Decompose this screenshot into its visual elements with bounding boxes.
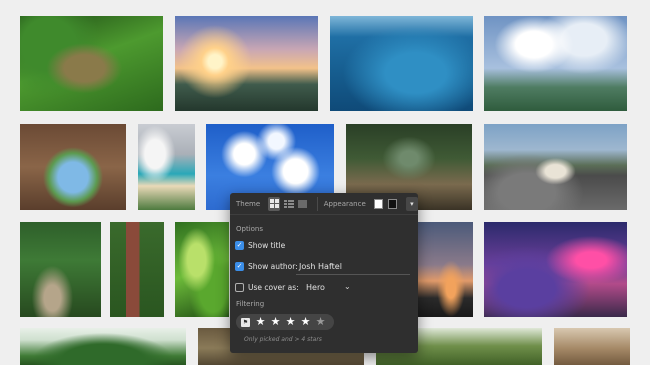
- photo-dusk-island[interactable]: [418, 222, 473, 317]
- single-layout-icon[interactable]: [297, 197, 309, 211]
- cover-select-value[interactable]: Hero: [306, 283, 325, 292]
- filter-hint: Only picked and > 4 stars: [244, 336, 322, 343]
- photo-forest-path[interactable]: [20, 222, 101, 317]
- use-cover-checkbox[interactable]: [235, 282, 244, 292]
- photo-stone-arch[interactable]: [20, 124, 126, 210]
- photo-magenta-sunset[interactable]: [484, 222, 627, 317]
- photo-stacked-stones[interactable]: [484, 124, 627, 210]
- theme-label: Theme: [236, 199, 261, 208]
- star-icon[interactable]: ★: [298, 314, 313, 330]
- show-title-checkbox[interactable]: ✓: [235, 240, 244, 250]
- star-icon[interactable]: ★: [283, 314, 298, 330]
- chevron-down-icon[interactable]: ⌄: [344, 282, 351, 291]
- filtering-section-label: Filtering: [236, 300, 265, 308]
- black-swatch-icon[interactable]: [387, 198, 397, 209]
- chevron-down-icon[interactable]: ▾: [405, 196, 418, 211]
- show-title-label: Show title: [248, 240, 286, 250]
- options-section-label: Options: [236, 225, 264, 233]
- photo-sunset-coast[interactable]: [175, 16, 318, 111]
- star-icon[interactable]: ★: [253, 314, 268, 330]
- toolbar-divider: [316, 196, 318, 211]
- rating-filter[interactable]: ⚑ ★ ★ ★ ★ ★: [236, 314, 334, 330]
- star-icon[interactable]: ★: [268, 314, 283, 330]
- appearance-label: Appearance: [323, 199, 366, 208]
- photo-tree-trunk[interactable]: [110, 222, 164, 317]
- author-field-underline: [296, 274, 410, 275]
- use-cover-label: Use cover as:: [248, 282, 299, 292]
- gallery-stage: Theme Appearance ▾ Options ✓ Show title …: [0, 0, 650, 365]
- popover-toolbar: Theme Appearance ▾: [230, 193, 418, 215]
- star-icon[interactable]: ★: [313, 314, 328, 330]
- photo-harbor[interactable]: [484, 16, 627, 111]
- use-cover-option[interactable]: Use cover as:: [235, 280, 299, 294]
- rows-layout-icon[interactable]: [282, 197, 294, 211]
- grid-layout-icon[interactable]: [268, 196, 281, 211]
- show-author-option[interactable]: ✓ Show author:: [235, 259, 298, 273]
- pick-flag-icon[interactable]: ⚑: [241, 317, 250, 327]
- photo-treetops[interactable]: [20, 328, 186, 365]
- white-swatch-icon[interactable]: [373, 198, 383, 209]
- photo-shed[interactable]: [554, 328, 630, 365]
- show-title-option[interactable]: ✓ Show title: [235, 238, 285, 252]
- photo-iguana[interactable]: [20, 16, 163, 111]
- show-author-label: Show author:: [248, 261, 298, 271]
- photo-tropical-leaves[interactable]: [175, 222, 229, 317]
- show-author-checkbox[interactable]: ✓: [235, 261, 244, 271]
- author-name-field[interactable]: Josh Haftel: [299, 262, 342, 271]
- photo-beach[interactable]: [138, 124, 195, 210]
- photo-blue-sea[interactable]: [330, 16, 473, 111]
